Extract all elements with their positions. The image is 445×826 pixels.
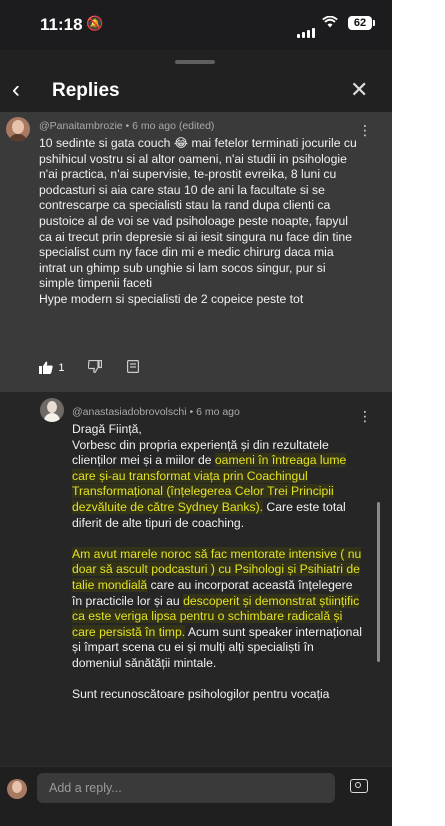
avatar [7,779,27,799]
reply-comment: @anastasiadobrovolschi • 6 mo ago ⋮ Drag… [0,392,392,766]
reply-input-bar: Add a reply... [0,766,392,826]
comment-actions: 1 [39,359,140,380]
camera-icon[interactable] [350,779,368,793]
reply-meta: @anastasiadobrovolschi • 6 mo ago [72,406,240,418]
chevron-left-icon[interactable]: ‹ [12,76,20,104]
paragraph-spacer [72,531,364,547]
avatar[interactable] [40,398,64,422]
scrollbar[interactable] [377,502,380,662]
bell-slash-icon: 🔕 [86,15,104,31]
reply-greeting: Dragă Ființă, [72,422,142,436]
reply-paragraph-3: Sunt recunoscătoare psihologilor pentru … [72,687,330,702]
paragraph-spacer [72,672,364,688]
reply-input[interactable]: Add a reply... [37,773,335,803]
phone-screen: 11:18 🔕 62 ‹ Replies ✕ @Panaitambrozie •… [0,0,392,826]
thumbs-down-icon[interactable] [87,359,102,376]
more-vert-icon[interactable]: ⋮ [358,122,372,139]
thumbs-up-icon[interactable] [39,361,53,375]
reply-paragraph-2: Am avut marele noroc să fac mentorate in… [72,546,362,670]
replies-sheet: ‹ Replies ✕ @Panaitambrozie • 6 mo ago (… [0,50,392,826]
drag-handle[interactable] [175,60,215,64]
like-count: 1 [58,362,65,374]
reply-text: Dragă Ființă, Vorbesc din propria experi… [72,422,364,703]
parent-comment: @Panaitambrozie • 6 mo ago (edited) ⋮ 10… [0,112,392,392]
close-icon[interactable]: ✕ [350,77,368,103]
battery-icon: 62 [348,16,375,30]
status-time: 11:18 [40,15,83,34]
avatar[interactable] [6,117,30,141]
comment-meta: @Panaitambrozie • 6 mo ago (edited) [39,120,215,132]
signal-icon [297,20,317,38]
page-title: Replies [52,80,120,101]
reply-paragraph-1: Vorbesc din propria experiență și din re… [72,437,347,530]
status-bar: 11:18 🔕 62 [0,0,392,50]
reply-icon[interactable] [127,360,140,376]
comment-text: 10 sedinte si gata couch 😂 mai fetelor t… [39,136,357,306]
wifi-icon [322,15,338,33]
